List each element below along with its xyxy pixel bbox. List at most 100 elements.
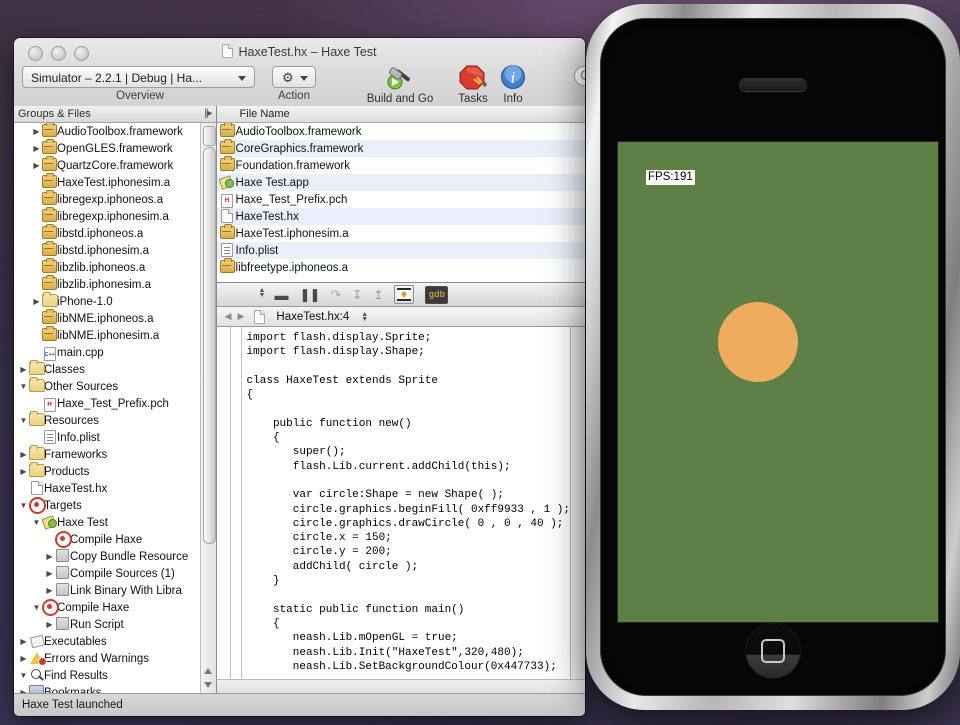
tree-item[interactable]: ▶ Compile Sources (1): [14, 565, 200, 582]
disclosure-triangle-closed-icon[interactable]: ▶: [18, 365, 29, 374]
step-into-icon[interactable]: ↧: [352, 289, 362, 301]
tree-item[interactable]: ▶ Products: [14, 462, 200, 480]
pause-icon[interactable]: ❚❚: [300, 288, 321, 301]
project-tree[interactable]: ▶ AudioToolbox.framework ▶ OpenGLES.framewo…: [14, 123, 200, 694]
tree-item[interactable]: libregexp.iphonesim.a: [14, 207, 200, 225]
file-list-row[interactable]: HaxeTest.hx: [216, 208, 585, 225]
disclosure-triangle-open-icon[interactable]: ▼: [31, 518, 42, 527]
tree-item[interactable]: Compile Haxe: [14, 531, 200, 548]
tree-item[interactable]: ▶ QuartzCore.framework: [14, 156, 200, 174]
disclosure-triangle-open-icon[interactable]: ▼: [31, 603, 42, 612]
scroll-up-arrow-icon[interactable]: [203, 668, 212, 674]
search-field-wrapper[interactable]: [574, 66, 585, 88]
disclosure-triangle-open-icon[interactable]: ▼: [18, 416, 29, 425]
tree-item[interactable]: ▼ Targets: [14, 497, 200, 514]
simulator-screen[interactable]: FPS:191: [618, 142, 938, 622]
sidebar-scrollbar[interactable]: [199, 123, 216, 694]
tree-item[interactable]: ▼ Other Sources: [14, 377, 200, 395]
editor-vertical-scrollbar[interactable]: [570, 327, 585, 679]
nav-back-icon[interactable]: ◀: [225, 311, 232, 322]
tree-item[interactable]: ▶ Executables: [14, 633, 200, 650]
file-list-row[interactable]: Info.plist: [216, 242, 585, 259]
source-code[interactable]: import flash.display.Sprite; import flas…: [242, 327, 570, 679]
disclosure-triangle-closed-icon[interactable]: ▶: [31, 161, 42, 170]
nav-forward-icon[interactable]: ▶: [237, 311, 244, 322]
file-icon: [254, 309, 266, 324]
file-list-row[interactable]: HaxeTest.iphonesim.a: [217, 224, 585, 242]
disclosure-triangle-open-icon[interactable]: ▼: [18, 671, 29, 680]
file-list-header[interactable]: File Name: [216, 106, 585, 123]
line-stepper-icon[interactable]: ▲ ▼: [259, 287, 266, 299]
tree-item[interactable]: H Haxe_Test_Prefix.pch: [14, 395, 200, 412]
breakpoints-icon[interactable]: [394, 285, 415, 304]
disclosure-triangle-closed-icon[interactable]: ▶: [18, 654, 29, 663]
gdb-console-icon[interactable]: gdb: [425, 285, 449, 304]
search-input[interactable]: [574, 66, 585, 86]
disclosure-triangle-closed-icon[interactable]: ▶: [31, 297, 42, 306]
tree-item[interactable]: ▼ Resources: [14, 411, 200, 429]
file-list-row[interactable]: CoreGraphics.framework: [216, 139, 585, 157]
breakpoint-gutter[interactable]: [216, 327, 231, 679]
info-button[interactable]: i Info: [476, 62, 550, 105]
breadcrumb-stepper-icon[interactable]: ▲ ▼: [361, 311, 368, 323]
tree-item[interactable]: libstd.iphonesim.a: [14, 241, 200, 259]
tree-item[interactable]: ▶ Link Binary With Libra: [14, 582, 200, 599]
file-list-row[interactable]: libfreetype.iphoneos.a: [217, 258, 585, 276]
tree-item[interactable]: libregexp.iphoneos.a: [14, 190, 200, 208]
file-list-row[interactable]: H Haxe_Test_Prefix.pch: [217, 191, 585, 208]
tree-item[interactable]: libzlib.iphoneos.a: [14, 258, 200, 276]
code-editor[interactable]: import flash.display.Sprite; import flas…: [216, 327, 585, 679]
disclosure-triangle-closed-icon[interactable]: ▶: [44, 552, 55, 561]
tree-item[interactable]: libstd.iphoneos.a: [14, 224, 200, 242]
action-gear-button[interactable]: ⚙: [272, 66, 316, 88]
tree-item[interactable]: ▶ Run Script: [14, 616, 200, 633]
editor-horizontal-scrollbar[interactable]: [216, 679, 585, 694]
tree-item-label: Resources: [44, 414, 99, 427]
continue-icon[interactable]: ▬: [275, 288, 289, 302]
framework-icon: [42, 156, 57, 171]
file-list-body[interactable]: AudioToolbox.framework CoreGraphics.frame…: [216, 123, 585, 282]
tree-item[interactable]: ▼ Haxe Test: [14, 514, 200, 531]
disclosure-triangle-closed-icon[interactable]: ▶: [18, 450, 29, 459]
breadcrumb[interactable]: HaxeTest.hx:4: [276, 311, 349, 323]
disclosure-triangle-closed-icon[interactable]: ▶: [18, 467, 29, 476]
tree-item[interactable]: ▶ Copy Bundle Resource: [14, 548, 200, 565]
scrollbar-topbox[interactable]: [202, 126, 216, 146]
fold-gutter[interactable]: [230, 327, 242, 679]
tree-item[interactable]: C++ main.cpp: [14, 344, 200, 361]
tree-item[interactable]: ▼ Compile Haxe: [14, 599, 200, 616]
tree-item[interactable]: ▶ iPhone-1.0: [14, 292, 200, 310]
disclosure-triangle-closed-icon[interactable]: ▶: [31, 127, 42, 136]
scrollbar-thumb[interactable]: [202, 147, 216, 544]
tree-item[interactable]: HaxeTest.iphonesim.a: [14, 173, 200, 191]
home-button[interactable]: [746, 624, 800, 678]
tree-item[interactable]: ▶ Errors and Warnings: [14, 650, 200, 667]
tree-item[interactable]: ▶ Frameworks: [14, 445, 200, 463]
tree-item[interactable]: libNME.iphoneos.a: [14, 309, 200, 327]
build-and-go-button[interactable]: Build and Go: [363, 62, 437, 105]
scheme-popup-button[interactable]: Simulator – 2.2.1 | Debug | Ha...: [22, 66, 255, 88]
tree-item[interactable]: ▶ AudioToolbox.framework: [14, 123, 200, 140]
step-out-icon[interactable]: ↥: [373, 289, 383, 301]
disclosure-triangle-closed-icon[interactable]: ▶: [31, 144, 42, 153]
disclosure-triangle-closed-icon[interactable]: ▶: [44, 586, 55, 595]
disclosure-triangle-closed-icon[interactable]: ▶: [44, 620, 55, 629]
disclosure-triangle-closed-icon[interactable]: ▶: [44, 569, 55, 578]
disclosure-triangle-closed-icon[interactable]: ▶: [18, 637, 29, 646]
file-list-row[interactable]: Foundation.framework: [217, 156, 585, 174]
disclosure-triangle-open-icon[interactable]: ▼: [18, 382, 29, 391]
tree-item[interactable]: ▶ Classes: [14, 360, 200, 378]
tree-item[interactable]: ▶ OpenGLES.framework: [14, 139, 200, 157]
file-list-row[interactable]: AudioToolbox.framework: [217, 123, 585, 140]
tree-item[interactable]: HaxeTest.hx: [14, 480, 200, 497]
file-list-row[interactable]: Haxe Test.app: [216, 174, 585, 191]
tree-item[interactable]: libNME.iphonesim.a: [14, 326, 200, 344]
pane-grip-icon[interactable]: ||▸: [204, 108, 212, 119]
disclosure-triangle-open-icon[interactable]: ▼: [18, 501, 29, 510]
tree-item[interactable]: Info.plist: [14, 429, 200, 446]
scroll-down-arrow-icon[interactable]: [203, 682, 212, 688]
status-bar: Haxe Test launched: [14, 693, 585, 716]
tree-item[interactable]: libzlib.iphonesim.a: [14, 275, 200, 293]
tree-item[interactable]: ▼ Find Results: [14, 667, 200, 684]
step-over-icon[interactable]: ↷: [330, 288, 341, 301]
